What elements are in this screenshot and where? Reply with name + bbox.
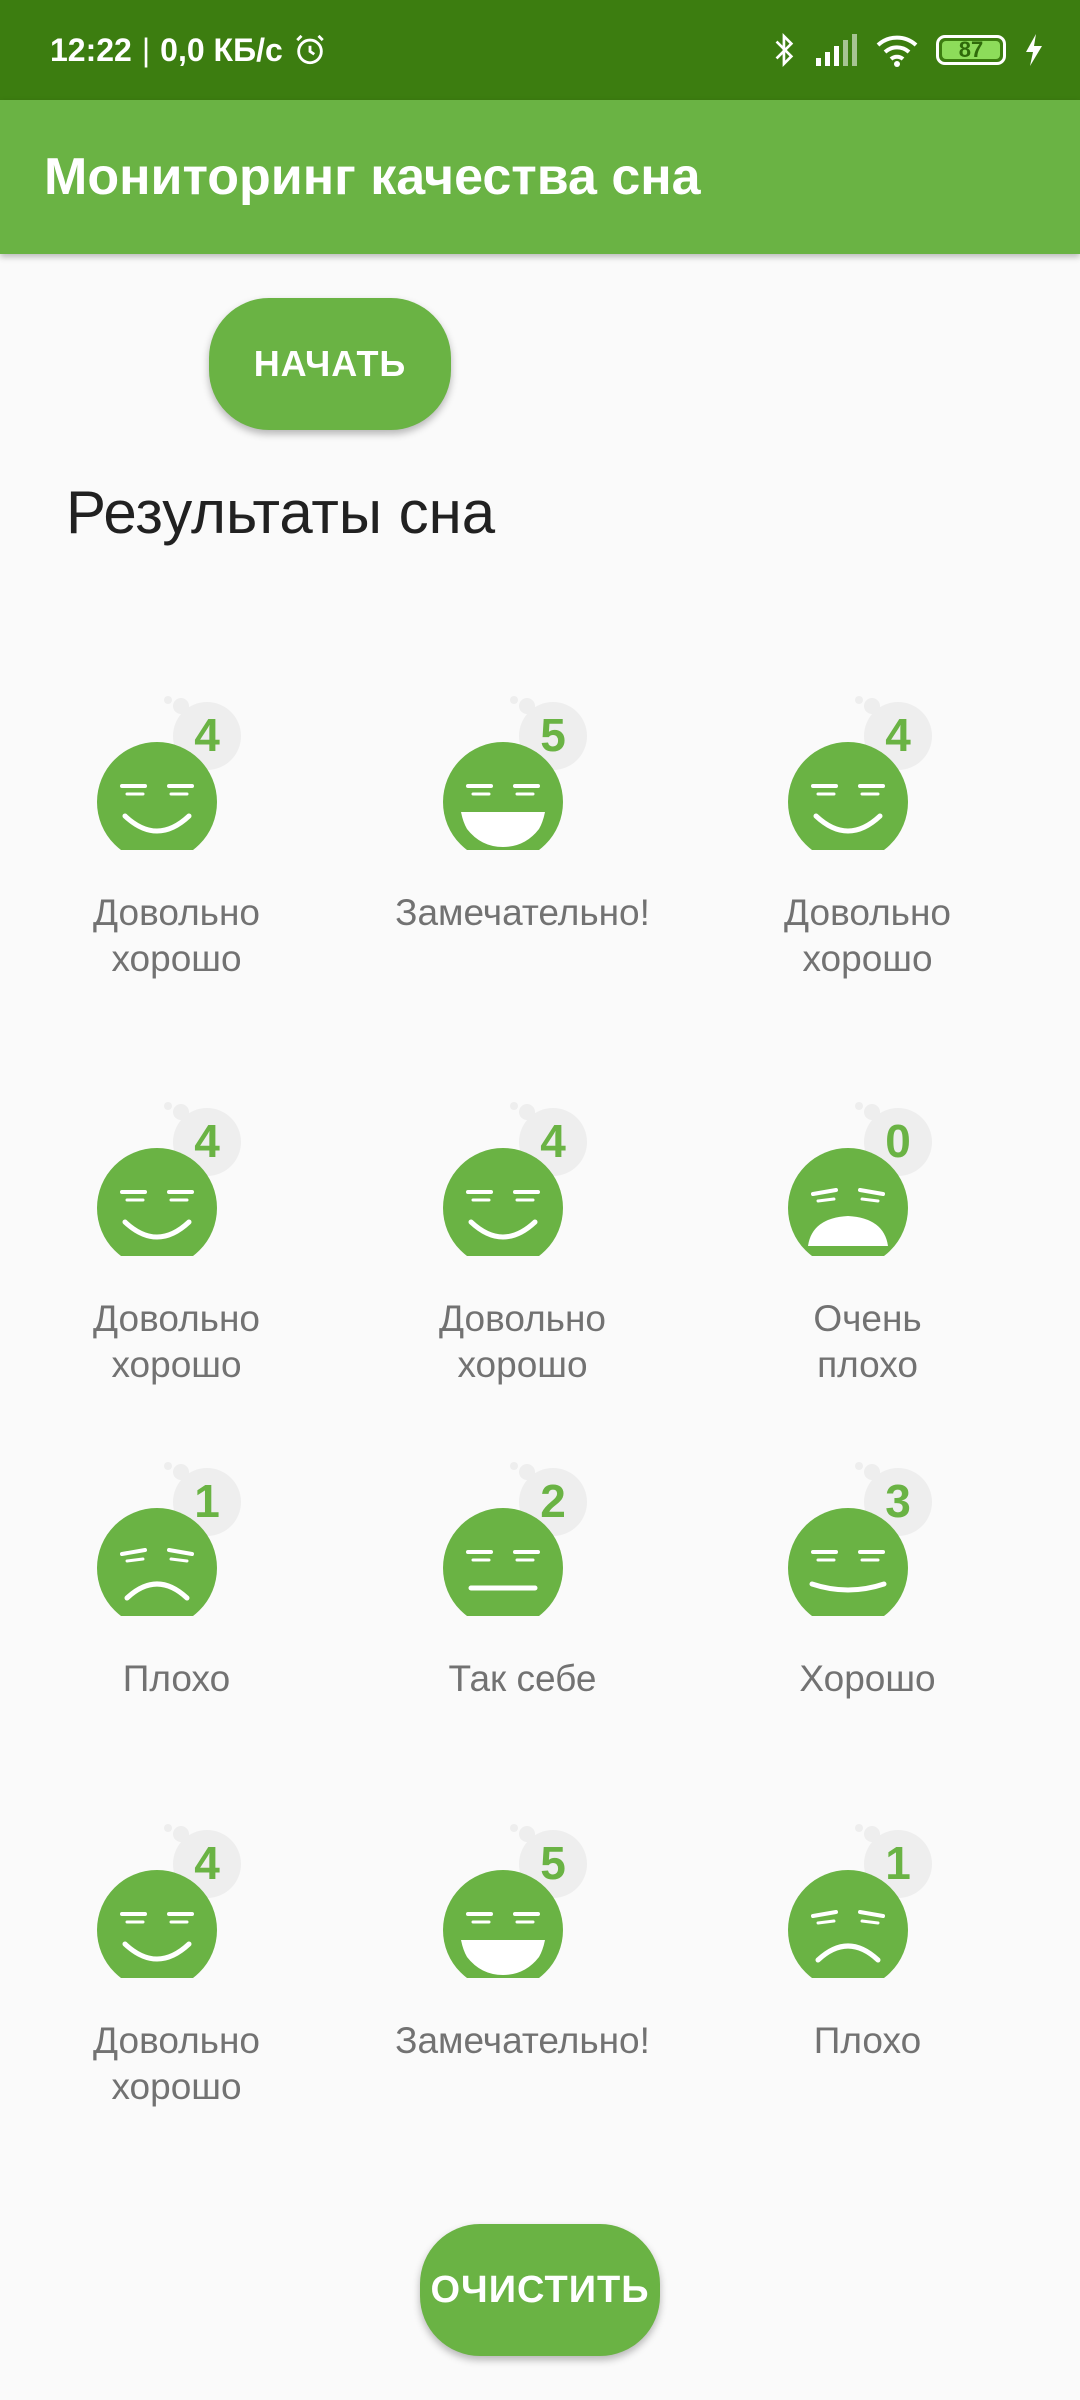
sleep-night-item[interactable]: 3 Хорошо	[695, 1456, 1040, 1786]
sleep-score-badge: 4	[540, 1115, 566, 1167]
sleep-night-item[interactable]: 0 Очень плохо	[695, 1096, 1040, 1426]
start-button[interactable]: НАЧАТЬ	[209, 298, 451, 430]
sleep-score-badge: 5	[540, 709, 566, 761]
sleep-night-item[interactable]: 5 Замечательно!	[350, 690, 695, 1020]
sleep-night-item[interactable]: 5 Замечательно!	[350, 1818, 695, 2148]
status-right: 87	[772, 0, 1044, 100]
sleep-score-badge: 1	[194, 1475, 220, 1527]
clear-button[interactable]: ОЧИСТИТЬ	[420, 2224, 660, 2356]
sleep-score-badge: 5	[540, 1837, 566, 1889]
sleep-quality-label-line1: Довольно	[93, 1298, 260, 1339]
sleep-quality-label-line1: Так себе	[448, 1658, 597, 1699]
sleep-night-item[interactable]: 4 Довольно хорошо	[350, 1096, 695, 1426]
sleep-score-badge: 4	[194, 1115, 220, 1167]
app-title: Мониторинг качества сна	[44, 148, 701, 206]
battery-level: 87	[958, 37, 984, 62]
sleep-night-item[interactable]: 4 Довольно хорошо	[695, 690, 1040, 1020]
sleep-quality-label-line2: хорошо	[802, 938, 933, 979]
sleep-quality-label-line1: Очень	[813, 1298, 922, 1339]
sleep-quality-label-line1: Довольно	[93, 2020, 260, 2061]
sleep-night-item[interactable]: 2 Так себе	[350, 1456, 695, 1786]
bluetooth-icon	[775, 33, 794, 67]
sleep-quality-label-line1: Плохо	[122, 1658, 231, 1699]
sleep-score-badge: 0	[885, 1115, 911, 1167]
sleep-score-badge: 4	[194, 1837, 220, 1889]
status-left: 12:22 | 0,0 КБ/с	[50, 0, 327, 100]
sleep-night-item[interactable]: 4 Довольно хорошо	[4, 1818, 349, 2148]
wifi-icon	[876, 35, 918, 67]
sleep-night-item[interactable]: 4 Довольно хорошо	[4, 1096, 349, 1426]
sleep-quality-label-line1: Замечательно!	[395, 892, 650, 933]
status-network-speed: 0,0 КБ/с	[160, 31, 283, 68]
sleep-quality-label-line1: Хорошо	[799, 1658, 936, 1699]
sleep-quality-label-line1: Замечательно!	[395, 2020, 650, 2061]
charging-icon	[1026, 34, 1042, 66]
status-separator: |	[141, 31, 151, 68]
status-bar: 12:22 | 0,0 КБ/с 87	[0, 0, 1080, 100]
app-bar: Мониторинг качества сна	[0, 100, 1080, 254]
signal-icon	[816, 34, 857, 66]
sleep-score-badge: 1	[885, 1837, 911, 1889]
sleep-quality-label-line1: Довольно	[439, 1298, 606, 1339]
sleep-night-item[interactable]: 1 Плохо	[695, 1818, 1040, 2148]
section-title: Результаты сна	[66, 479, 496, 546]
sleep-quality-label-line1: Плохо	[813, 2020, 922, 2061]
sleep-quality-label-line2: плохо	[817, 1344, 918, 1385]
sleep-quality-label-line1: Довольно	[784, 892, 951, 933]
sleep-score-badge: 3	[885, 1475, 911, 1527]
sleep-quality-label-line2: хорошо	[111, 1344, 242, 1385]
status-time: 12:22	[50, 31, 132, 68]
sleep-night-item[interactable]: 4 Довольно хорошо	[4, 690, 349, 1020]
battery-icon: 87	[936, 35, 1006, 65]
alarm-icon	[295, 34, 324, 65]
sleep-score-badge: 4	[885, 709, 911, 761]
sleep-quality-label-line2: хорошо	[457, 1344, 588, 1385]
sleep-quality-label-line1: Довольно	[93, 892, 260, 933]
sleep-quality-label-line2: хорошо	[111, 2066, 242, 2107]
sleep-night-item[interactable]: 1 Плохо	[4, 1456, 349, 1786]
sleep-score-badge: 2	[540, 1475, 566, 1527]
sleep-score-badge: 4	[194, 709, 220, 761]
sleep-quality-label-line2: хорошо	[111, 938, 242, 979]
